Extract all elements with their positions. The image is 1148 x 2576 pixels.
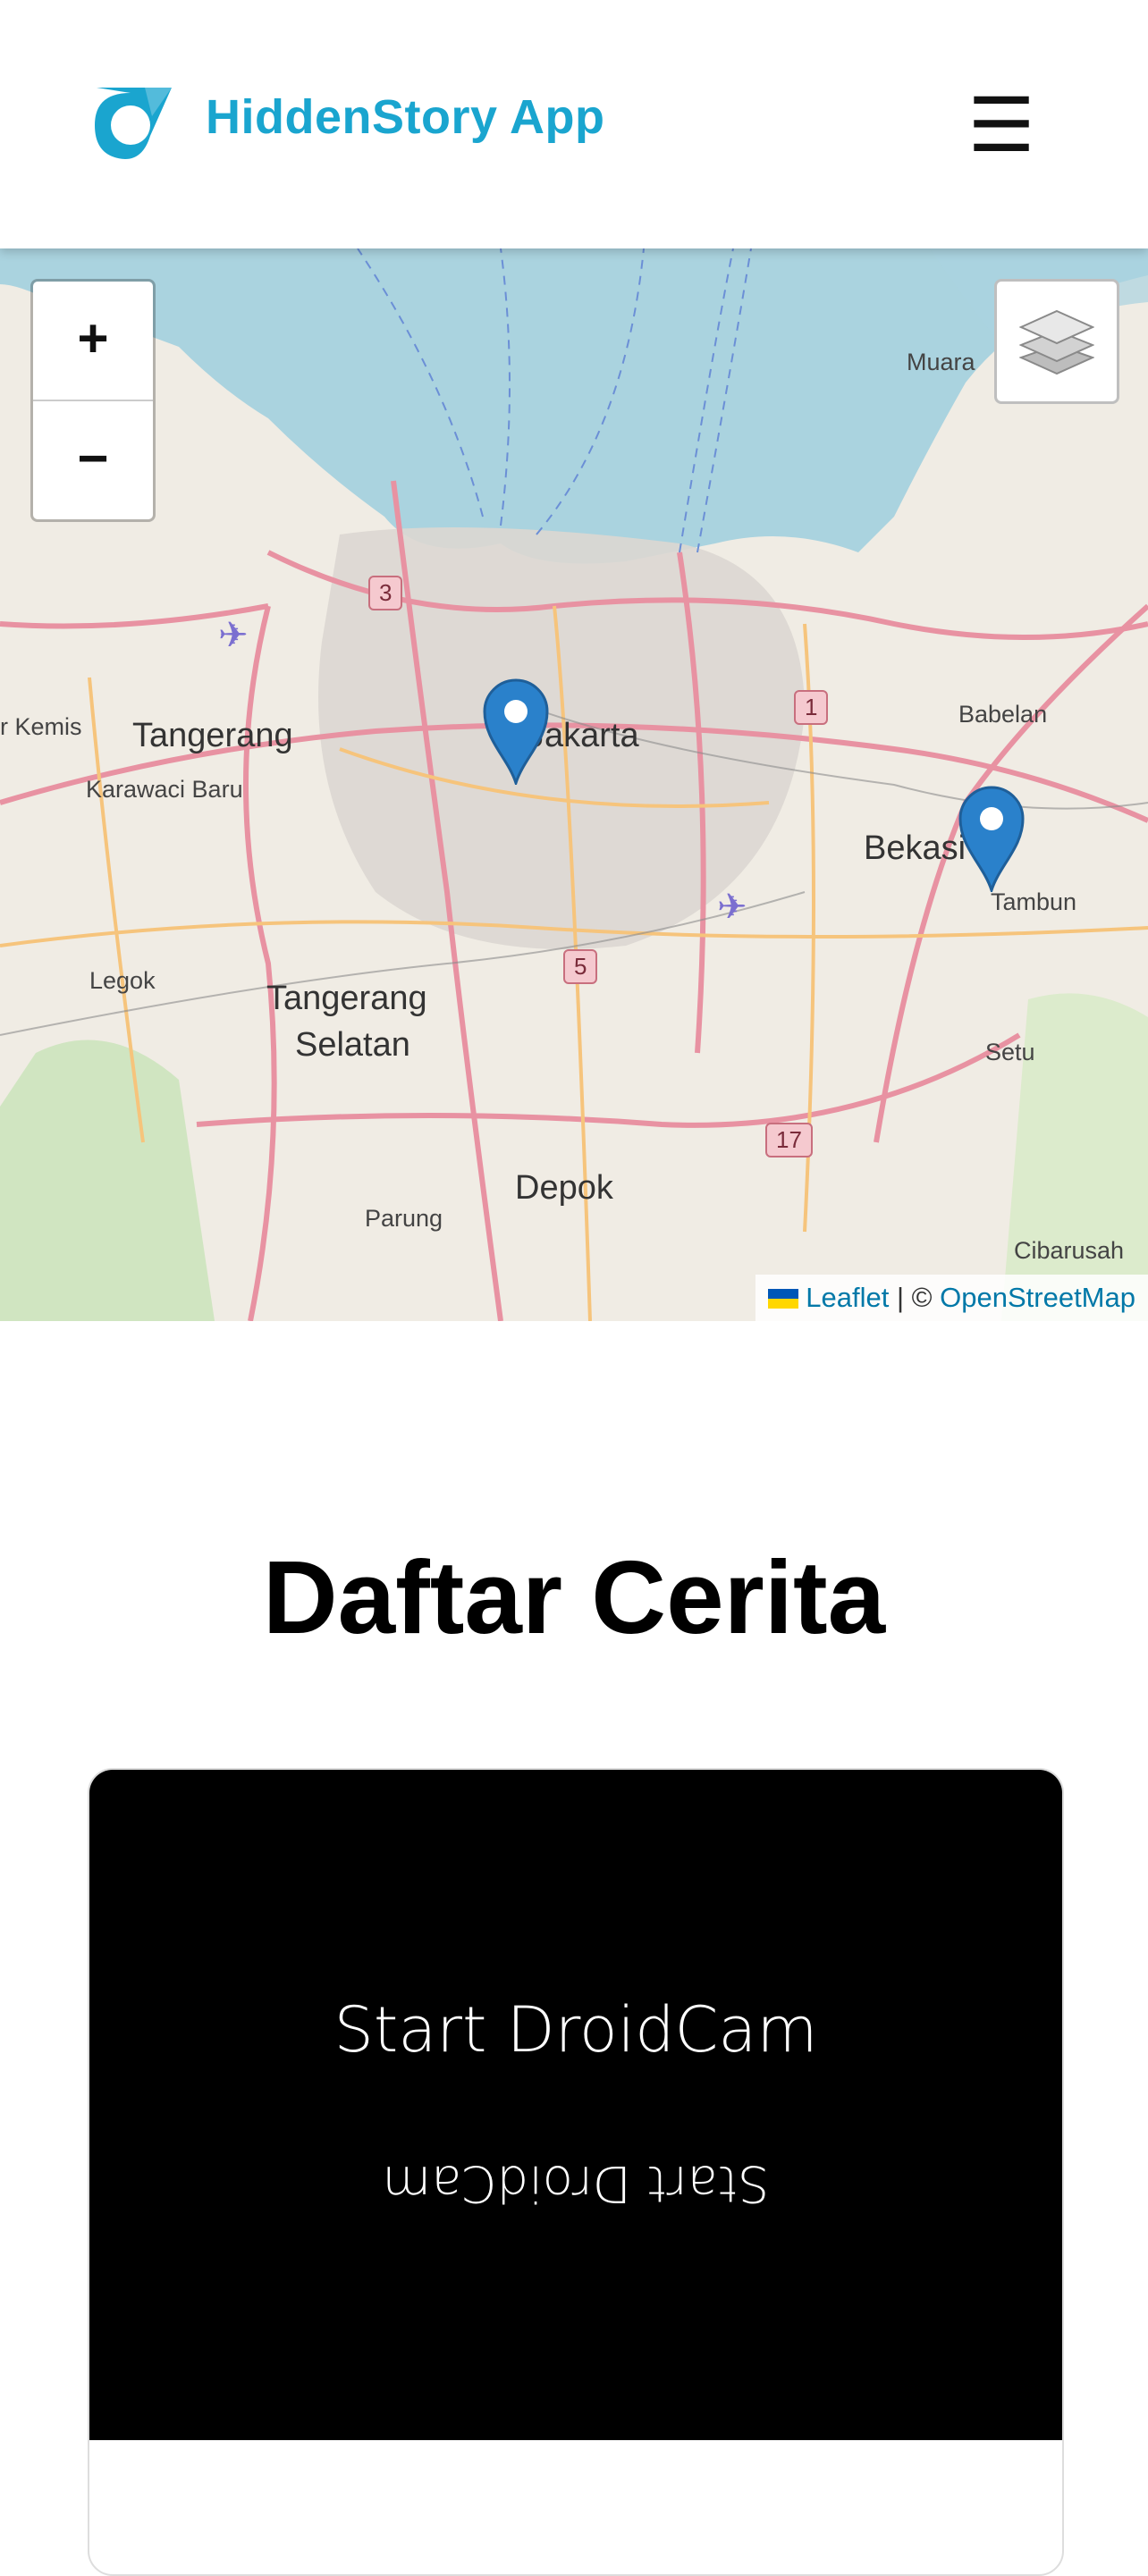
airport-icon: ✈ (717, 888, 747, 927)
app-header: HiddenStory App ☰ (0, 0, 1148, 248)
app-brand-title[interactable]: HiddenStory App (206, 89, 605, 145)
place-label: Bekasi (864, 829, 967, 867)
place-label: Parung (365, 1205, 443, 1232)
place-label: Tangerang (266, 980, 427, 1017)
hamburger-menu-icon[interactable]: ☰ (966, 88, 1037, 163)
map-attribution: Leaflet | © OpenStreetMap (755, 1275, 1148, 1321)
leaflet-link[interactable]: Leaflet (806, 1282, 889, 1313)
place-label: Cibarusah (1014, 1237, 1125, 1264)
place-label: Tangerang (132, 717, 293, 754)
place-label: Tambun (991, 888, 1077, 915)
place-label: Legok (89, 967, 156, 994)
place-label: Setu (985, 1039, 1035, 1065)
layers-icon (1019, 309, 1094, 375)
zoom-in-button[interactable]: + (33, 282, 153, 400)
place-label: Karawaci Baru (86, 776, 243, 803)
story-marker-icon[interactable] (957, 785, 1026, 892)
openstreetmap-link[interactable]: OpenStreetMap (940, 1282, 1135, 1313)
road-shield: 17 (765, 1123, 813, 1158)
app-logo-icon[interactable] (89, 80, 179, 165)
place-label: Babelan (958, 701, 1048, 728)
road-shield: 1 (794, 690, 829, 725)
place-label: Muara (907, 349, 975, 375)
page-title: Daftar Cerita (262, 1539, 886, 1655)
zoom-control: + − (30, 279, 156, 522)
attribution-separator: | © (897, 1282, 933, 1313)
road-shield: 3 (368, 576, 403, 610)
road-shield: 5 (563, 949, 598, 984)
story-marker-icon[interactable] (481, 678, 551, 785)
story-image[interactable]: Start DroidCam Start DroidCam (89, 1770, 1062, 2440)
place-label: Depok (515, 1169, 613, 1207)
story-map[interactable]: r Kemis Tangerang Karawaci Baru Jakarta … (0, 248, 1148, 1321)
place-label: r Kemis (0, 713, 82, 740)
layers-button[interactable] (994, 279, 1119, 404)
ukraine-flag-icon (768, 1289, 799, 1309)
story-image-caption: Start DroidCam (333, 1993, 818, 2067)
zoom-out-button[interactable]: − (33, 400, 153, 519)
story-image-caption-mirrored: Start DroidCam (382, 2154, 770, 2212)
place-label: Selatan (295, 1026, 410, 1064)
airport-icon: ✈ (218, 616, 249, 655)
story-card[interactable]: Start DroidCam Start DroidCam (88, 1768, 1064, 2576)
